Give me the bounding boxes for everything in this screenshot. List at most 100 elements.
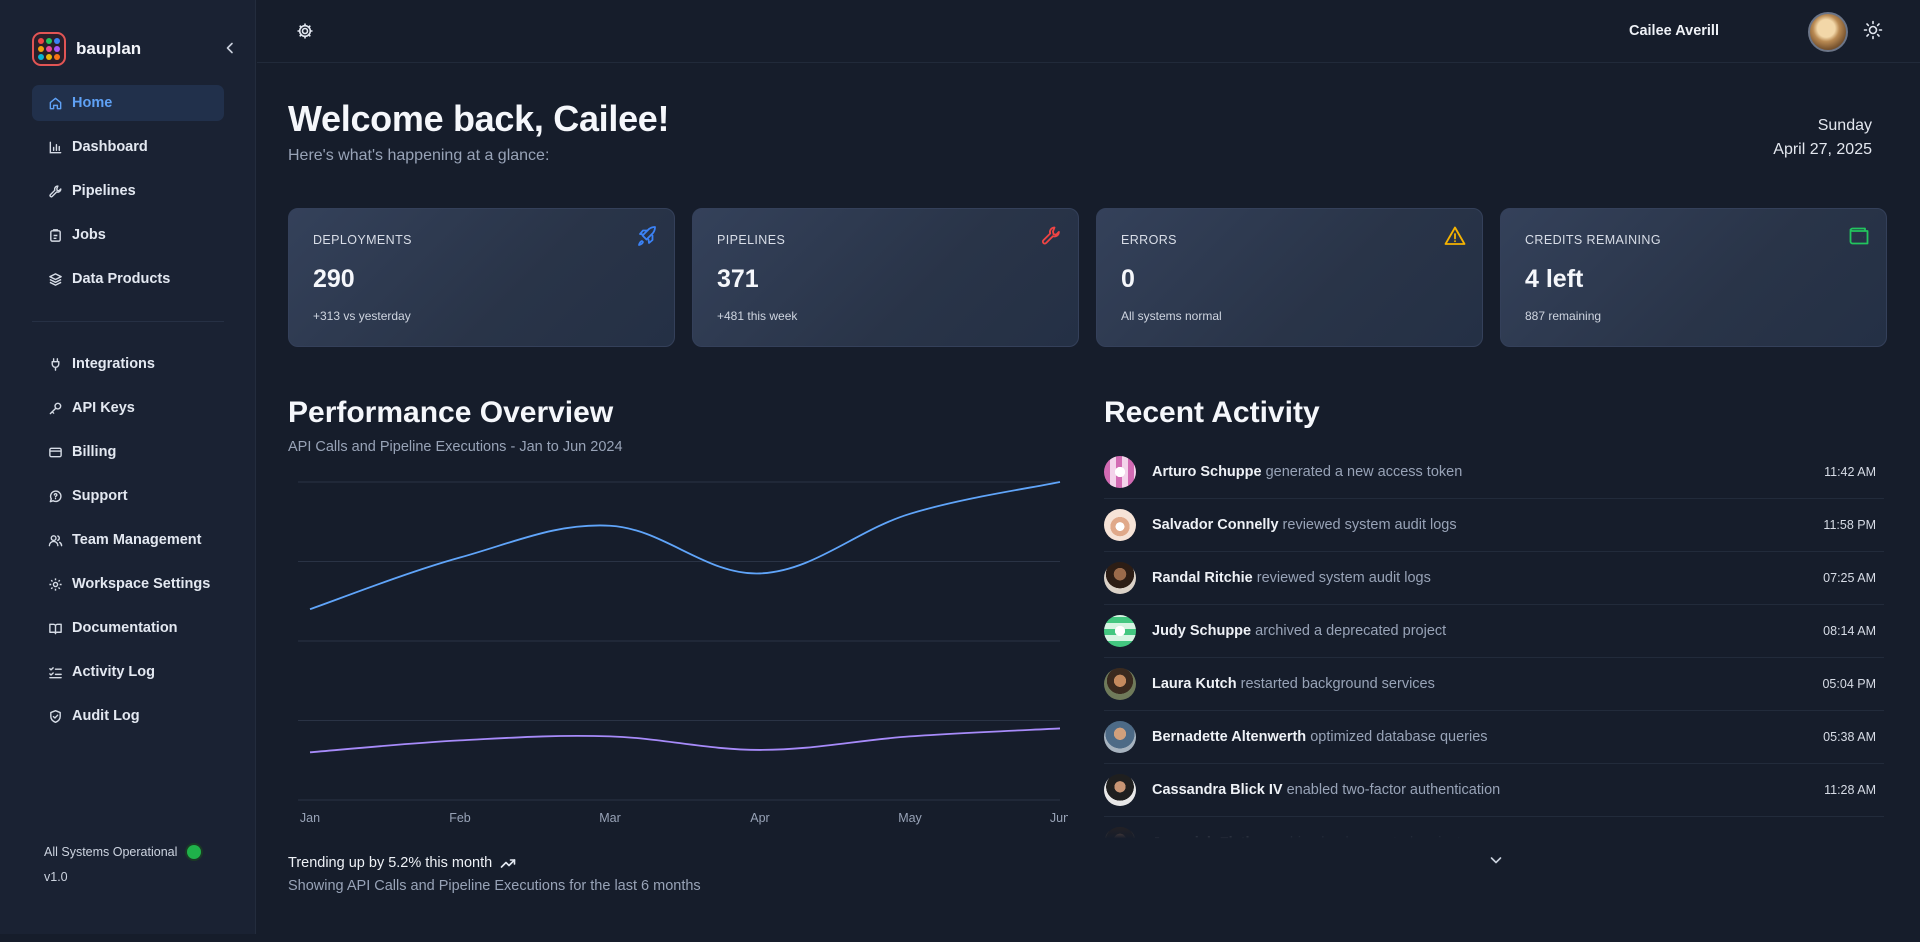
chart-x-tick-label: Apr [750, 811, 769, 825]
stat-label: DEPLOYMENTS [313, 233, 412, 247]
sidebar-item-label: Activity Log [72, 664, 155, 680]
sidebar-item-dashboard[interactable]: Dashboard [32, 129, 224, 165]
sidebar-item-label: Team Management [72, 532, 202, 548]
sidebar-item-jobs[interactable]: Jobs [32, 217, 224, 253]
brand-name: bauplan [76, 39, 142, 58]
activity-fade [1104, 818, 1884, 842]
activity-user[interactable]: Judy Schuppe [1152, 623, 1251, 639]
activity-row[interactable]: Randal Ritchie reviewed system audit log… [1104, 552, 1884, 605]
activity-user[interactable]: Cassandra Blick IV [1152, 782, 1283, 798]
sidebar-item-label: Billing [72, 444, 117, 460]
activity-time: 11:42 AM [1824, 465, 1876, 479]
activity-time: 11:58 PM [1823, 518, 1876, 532]
activity-avatar [1104, 721, 1136, 753]
activity-time: 11:28 AM [1824, 783, 1876, 797]
sidebar-item-activity-log[interactable]: Activity Log [32, 654, 224, 690]
sidebar-item-label: Documentation [72, 620, 178, 636]
activity-user[interactable]: Laura Kutch [1152, 676, 1237, 692]
activity-action: reviewed system audit logs [1282, 517, 1457, 533]
stat-label: ERRORS [1121, 233, 1177, 247]
stat-cards: DEPLOYMENTS 290 +313 vs yesterday PIPELI… [288, 208, 1887, 347]
stat-label: CREDITS REMAINING [1525, 233, 1661, 247]
sidebar-item-pipelines[interactable]: Pipelines [32, 173, 224, 209]
sidebar-item-label: Jobs [72, 227, 106, 243]
sidebar-item-billing[interactable]: Billing [32, 434, 224, 470]
trending-up-icon [500, 859, 516, 868]
sidebar-item-label: Workspace Settings [72, 576, 211, 592]
activity-avatar [1104, 509, 1136, 541]
bar-chart-icon [49, 141, 62, 153]
sidebar-item-documentation[interactable]: Documentation [32, 610, 224, 646]
sidebar-item-integrations[interactable]: Integrations [32, 346, 224, 382]
current-full-date: April 27, 2025 [1773, 141, 1872, 158]
activity-row[interactable]: Salvador Connelly reviewed system audit … [1104, 499, 1884, 552]
sun-icon[interactable] [1863, 20, 1883, 40]
activity-row[interactable]: Laura Kutch restarted background service… [1104, 658, 1884, 711]
activity-action: enabled two-factor authentication [1286, 782, 1501, 798]
layers-icon [49, 272, 62, 286]
stat-card-deployments[interactable]: DEPLOYMENTS 290 +313 vs yesterday [288, 208, 675, 347]
warning-icon [1444, 226, 1466, 245]
chart-series-line-2 [309, 727, 1061, 754]
activity-row[interactable]: Bernadette Altenwerth optimized database… [1104, 711, 1884, 764]
sidebar-item-label: Home [72, 95, 113, 111]
sidebar-item-data-products[interactable]: Data Products [32, 261, 224, 297]
sidebar-primary-nav: Home Dashboard Pipelines Jobs Data Produ… [32, 85, 224, 305]
current-day: Sunday [1817, 117, 1872, 134]
page-title: Welcome back, Cailee! [288, 98, 670, 139]
activity-action: archived a deprecated project [1255, 623, 1447, 639]
user-name[interactable]: Cailee Averill [1629, 23, 1719, 39]
activity-text: Judy Schuppe archived a deprecated proje… [1152, 623, 1446, 639]
topbar: Cailee Averill [257, 0, 1920, 63]
activity-user[interactable]: Bernadette Altenwerth [1152, 729, 1306, 745]
activity-action: reviewed system audit logs [1256, 570, 1431, 586]
sidebar-item-audit-log[interactable]: Audit Log [32, 698, 224, 734]
settings-gear-icon[interactable] [296, 22, 314, 40]
activity-avatar [1104, 562, 1136, 594]
activity-avatar [1104, 774, 1136, 806]
activity-row[interactable]: Judy Schuppe archived a deprecated proje… [1104, 605, 1884, 658]
stat-value: 4 left [1525, 265, 1584, 293]
sidebar-item-api-keys[interactable]: API Keys [32, 390, 224, 426]
activity-action: optimized database queries [1310, 729, 1488, 745]
users-icon [48, 534, 63, 546]
activity-user[interactable]: Arturo Schuppe [1152, 464, 1262, 480]
activity-row[interactable]: Arturo Schuppe generated a new access to… [1104, 446, 1884, 499]
activity-action: restarted background services [1240, 676, 1435, 692]
brand[interactable]: bauplan [32, 32, 141, 66]
stat-value: 0 [1121, 265, 1135, 293]
activity-text: Cassandra Blick IV enabled two-factor au… [1152, 782, 1500, 798]
key-icon [49, 402, 62, 414]
stat-card-credits[interactable]: CREDITS REMAINING 4 left 887 remaining [1500, 208, 1887, 347]
sidebar-item-label: Dashboard [72, 139, 148, 155]
stat-note: All systems normal [1121, 309, 1222, 323]
activity-avatar [1104, 668, 1136, 700]
stat-note: 887 remaining [1525, 309, 1602, 323]
activity-time: 05:04 PM [1822, 677, 1876, 691]
activity-user[interactable]: Salvador Connelly [1152, 517, 1279, 533]
activity-row[interactable]: Cassandra Blick IV enabled two-factor au… [1104, 764, 1884, 817]
collapse-sidebar-icon[interactable] [222, 40, 238, 56]
sidebar-item-workspace-settings[interactable]: Workspace Settings [32, 566, 224, 602]
activity-avatar [1104, 615, 1136, 647]
chevron-down-icon[interactable] [1488, 852, 1504, 868]
stat-card-pipelines[interactable]: PIPELINES 371 +481 this week [692, 208, 1079, 347]
wallet-icon [1849, 227, 1869, 245]
bauplan-logo [32, 32, 66, 66]
chart-series-line-1 [309, 481, 1061, 611]
sidebar-item-label: Audit Log [72, 708, 140, 724]
shield-check-icon [50, 709, 61, 723]
stat-card-errors[interactable]: ERRORS 0 All systems normal [1096, 208, 1483, 347]
trend-text: Trending up by 5.2% this month [288, 855, 493, 871]
chart-x-tick-label: Jan [300, 811, 320, 825]
activity-time: 07:25 AM [1823, 571, 1876, 585]
sidebar-item-support[interactable]: Support [32, 478, 224, 514]
chart-x-tick-label: Mar [599, 811, 621, 825]
sidebar-item-home[interactable]: Home [32, 85, 224, 121]
sidebar-item-team-management[interactable]: Team Management [32, 522, 224, 558]
list-check-icon [49, 666, 62, 678]
user-avatar[interactable] [1808, 12, 1848, 52]
performance-chart: Jan Feb Mar Apr May Jun [298, 481, 1068, 825]
activity-list: Arturo Schuppe generated a new access to… [1104, 446, 1884, 840]
activity-user[interactable]: Randal Ritchie [1152, 570, 1253, 586]
